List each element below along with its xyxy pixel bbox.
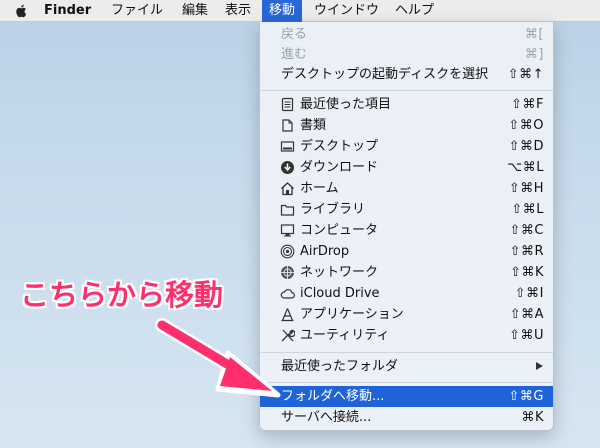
menu-separator: [260, 382, 553, 383]
recents-icon: [281, 97, 294, 112]
menu-item-network[interactable]: ネットワーク ⇧⌘K: [260, 262, 553, 283]
menubar-edit[interactable]: 編集: [180, 0, 210, 22]
menu-item-connect-to-server[interactable]: サーバへ接続... ⌘K: [260, 407, 553, 428]
annotation-arrow-icon: [155, 318, 281, 398]
annotation-callout: こちらから移動: [20, 278, 224, 312]
menu-item-go-to-folder[interactable]: フォルダへ移動... ⇧⌘G: [260, 386, 553, 407]
documents-icon: [282, 119, 293, 132]
menu-item-desktop[interactable]: デスクトップ ⇧⌘D: [260, 136, 553, 157]
downloads-icon: [281, 161, 294, 174]
go-menu-dropdown: 戻る ⌘[ 進む ⌘] デスクトップの起動ディスクを選択 ⇧⌘↑ 最近使った項目…: [259, 22, 554, 431]
menu-item-icloud-drive[interactable]: iCloud Drive ⇧⌘I: [260, 283, 553, 304]
menu-item-applications[interactable]: アプリケーション ⇧⌘A: [260, 304, 553, 325]
network-icon: [281, 266, 294, 279]
submenu-arrow-icon: [536, 362, 543, 370]
menu-item-utilities[interactable]: ユーティリティ ⇧⌘U: [260, 325, 553, 346]
menu-separator: [260, 352, 553, 353]
menu-item-airdrop[interactable]: AirDrop ⇧⌘R: [260, 241, 553, 262]
airdrop-icon: [280, 244, 295, 259]
menu-item-home[interactable]: ホーム ⇧⌘H: [260, 178, 553, 199]
menubar-view[interactable]: 表示: [223, 0, 253, 22]
menubar-help[interactable]: ヘルプ: [393, 0, 436, 22]
menu-item-select-startup-disk[interactable]: デスクトップの起動ディスクを選択 ⇧⌘↑: [260, 64, 553, 85]
menu-item-forward[interactable]: 進む ⌘]: [260, 44, 553, 65]
menubar-window[interactable]: ウインドウ: [312, 0, 381, 22]
home-icon: [281, 182, 294, 196]
menu-item-recent-folders[interactable]: 最近使ったフォルダ: [260, 356, 553, 377]
menu-item-downloads[interactable]: ダウンロード ⌥⌘L: [260, 157, 553, 178]
menu-item-documents[interactable]: 書類 ⇧⌘O: [260, 115, 553, 136]
menu-item-recents[interactable]: 最近使った項目 ⇧⌘F: [260, 94, 553, 115]
menu-item-back[interactable]: 戻る ⌘[: [260, 24, 553, 45]
menubar-file[interactable]: ファイル: [109, 0, 165, 22]
menubar-app-finder[interactable]: Finder: [44, 0, 91, 22]
folder-icon: [280, 204, 295, 216]
menu-item-computer[interactable]: コンピュータ ⇧⌘C: [260, 220, 553, 241]
menubar-go[interactable]: 移動: [262, 0, 303, 22]
icloud-icon: [280, 289, 295, 299]
computer-icon: [280, 224, 295, 237]
menu-item-library[interactable]: ライブラリ ⇧⌘L: [260, 199, 553, 220]
menu-separator: [260, 90, 553, 91]
apple-logo-icon[interactable]: [15, 4, 27, 18]
menu-bar: Finder ファイル 編集 表示 移動 ウインドウ ヘルプ: [0, 0, 600, 22]
desktop-icon: [280, 141, 295, 152]
